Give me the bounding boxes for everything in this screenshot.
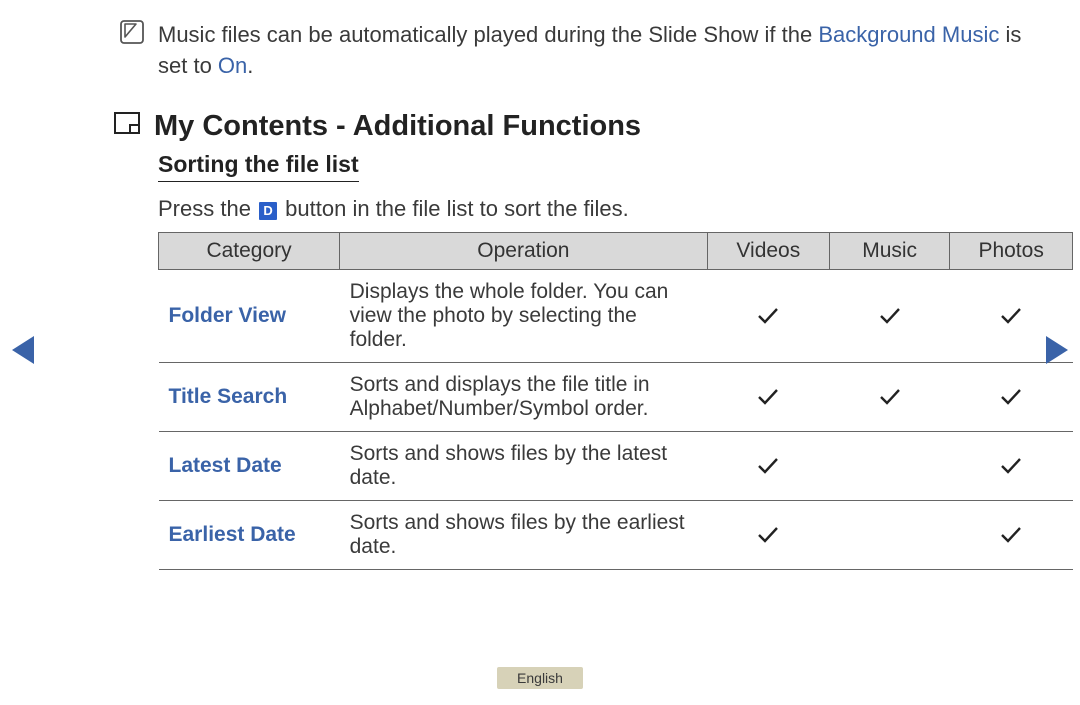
videos-cell [707, 362, 829, 431]
check-icon [1000, 383, 1022, 410]
previous-page-arrow[interactable] [12, 336, 34, 364]
check-icon [879, 383, 901, 410]
note-text: Music files can be automatically played … [158, 20, 1028, 82]
note-block: Music files can be automatically played … [120, 20, 1028, 82]
sub-section-title: Sorting the file list [158, 151, 359, 182]
check-icon [1000, 302, 1022, 329]
check-icon [757, 452, 779, 479]
table-row: Folder ViewDisplays the whole folder. Yo… [159, 269, 1073, 362]
table-body: Folder ViewDisplays the whole folder. Yo… [159, 269, 1073, 569]
music-cell [830, 431, 950, 500]
instruction-suffix: button in the file list to sort the file… [279, 196, 629, 221]
note-text-suffix: . [247, 53, 253, 78]
check-icon [1000, 452, 1022, 479]
check-icon [757, 302, 779, 329]
box-bullet-icon [114, 112, 140, 140]
language-badge: English [497, 667, 583, 689]
d-button-icon: D [259, 202, 277, 220]
check-icon [879, 302, 901, 329]
table-row: Earliest DateSorts and shows files by th… [159, 500, 1073, 569]
operation-cell: Sorts and shows files by the earliest da… [340, 500, 708, 569]
subsection: Sorting the file list Press the D button… [158, 151, 1028, 570]
videos-cell [707, 269, 829, 362]
videos-cell [707, 431, 829, 500]
header-music: Music [830, 232, 950, 269]
category-cell: Title Search [159, 362, 340, 431]
table-row: Title SearchSorts and displays the file … [159, 362, 1073, 431]
category-cell: Earliest Date [159, 500, 340, 569]
sort-options-table: Category Operation Videos Music Photos F… [158, 232, 1073, 570]
background-music-link: Background Music [818, 22, 999, 47]
music-cell [830, 362, 950, 431]
check-icon [757, 521, 779, 548]
check-icon [1000, 521, 1022, 548]
operation-cell: Displays the whole folder. You can view … [340, 269, 708, 362]
page: Music files can be automatically played … [0, 0, 1080, 705]
category-cell: Folder View [159, 269, 340, 362]
instruction-prefix: Press the [158, 196, 257, 221]
operation-cell: Sorts and displays the file title in Alp… [340, 362, 708, 431]
music-cell [830, 269, 950, 362]
table-header-row: Category Operation Videos Music Photos [159, 232, 1073, 269]
header-videos: Videos [707, 232, 829, 269]
section-title: My Contents - Additional Functions [154, 110, 641, 143]
header-photos: Photos [950, 232, 1073, 269]
photos-cell [950, 500, 1073, 569]
header-category: Category [159, 232, 340, 269]
next-page-arrow[interactable] [1046, 336, 1068, 364]
footer: English [0, 663, 1080, 689]
operation-cell: Sorts and shows files by the latest date… [340, 431, 708, 500]
note-text-prefix: Music files can be automatically played … [158, 22, 818, 47]
music-cell [830, 500, 950, 569]
on-link: On [218, 53, 247, 78]
instruction-text: Press the D button in the file list to s… [158, 196, 1028, 222]
note-icon [120, 20, 144, 44]
photos-cell [950, 362, 1073, 431]
check-icon [757, 383, 779, 410]
section-header: My Contents - Additional Functions [114, 110, 1028, 143]
header-operation: Operation [340, 232, 708, 269]
table-row: Latest DateSorts and shows files by the … [159, 431, 1073, 500]
videos-cell [707, 500, 829, 569]
photos-cell [950, 431, 1073, 500]
category-cell: Latest Date [159, 431, 340, 500]
